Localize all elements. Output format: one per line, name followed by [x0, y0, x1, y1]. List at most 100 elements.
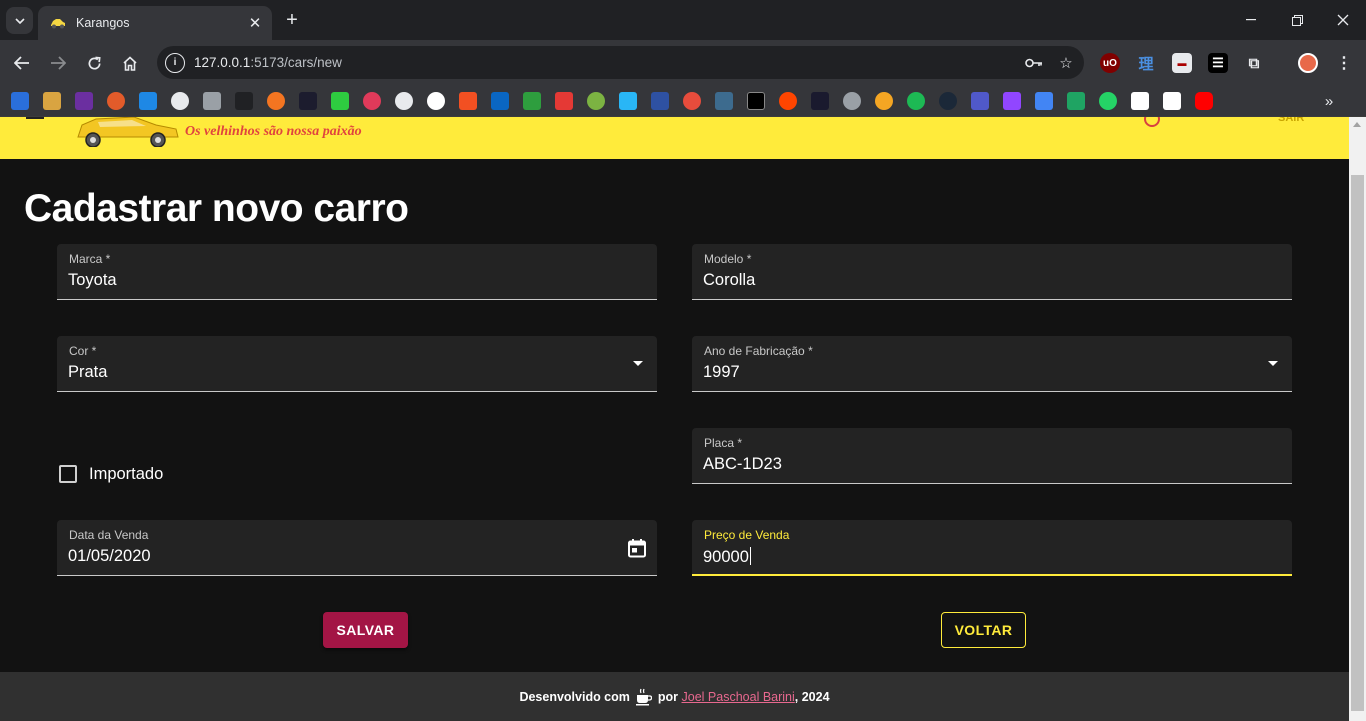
github-icon[interactable] — [395, 92, 413, 110]
bookmark-icon[interactable] — [267, 92, 285, 110]
bookmark-icon[interactable] — [715, 92, 733, 110]
site-info-icon[interactable]: i — [165, 52, 185, 73]
dropdown-arrow-icon[interactable] — [633, 361, 643, 366]
bookmark-icon[interactable] — [843, 92, 861, 110]
translate-icon[interactable] — [1035, 92, 1053, 110]
steam-icon[interactable] — [939, 92, 957, 110]
app-header: Os velhinhos são nossa paixão SAIR — [0, 117, 1349, 159]
bookmark-icon[interactable] — [811, 92, 829, 110]
close-window-button[interactable] — [1328, 8, 1358, 32]
restore-button[interactable] — [1282, 8, 1312, 32]
bookmark-icon[interactable] — [1067, 92, 1085, 110]
bookmark-icon[interactable] — [107, 92, 125, 110]
home-icon[interactable] — [117, 50, 143, 76]
new-tab-button[interactable]: + — [281, 8, 303, 32]
bookmarks-bar: » — [0, 85, 1366, 117]
preco-input-wrapper[interactable]: 90000 — [703, 547, 751, 567]
dropdown-arrow-icon[interactable] — [1268, 361, 1278, 366]
coffee-icon — [635, 688, 652, 705]
page-title: Cadastrar novo carro — [24, 187, 409, 230]
text-caret — [749, 547, 751, 565]
bookmark-icon[interactable] — [299, 92, 317, 110]
preco-field[interactable]: Preço de Venda 90000 — [692, 520, 1292, 576]
chevron-down-icon — [14, 17, 25, 24]
placa-input[interactable]: ABC-1D23 — [703, 455, 782, 474]
modelo-input[interactable]: Corolla — [703, 271, 755, 290]
preco-input[interactable]: 90000 — [703, 548, 749, 566]
importado-checkbox-row[interactable]: Importado — [57, 462, 163, 486]
scroll-thumb[interactable] — [1351, 175, 1364, 711]
twitch-icon[interactable] — [1003, 92, 1021, 110]
bookmark-icon[interactable] — [235, 92, 253, 110]
save-button[interactable]: SALVAR — [323, 612, 408, 648]
bookmark-icon[interactable] — [43, 92, 61, 110]
logout-link[interactable]: SAIR — [1278, 117, 1304, 124]
back-button[interactable]: VOLTAR — [941, 612, 1026, 648]
bookmark-icon[interactable] — [523, 92, 541, 110]
kebab-menu-icon[interactable]: ⋮ — [1334, 53, 1354, 73]
google-icon[interactable] — [427, 92, 445, 110]
bookmarks-overflow-icon[interactable]: » — [1318, 91, 1340, 111]
car-favicon-icon — [50, 17, 66, 29]
extensions-puzzle-icon[interactable]: ⧉ — [1244, 53, 1264, 73]
author-link[interactable]: Joel Paschoal Barini — [682, 690, 795, 704]
hamburger-menu-icon[interactable] — [26, 117, 46, 123]
wikipedia-icon[interactable] — [1131, 92, 1149, 110]
key-icon[interactable] — [1020, 50, 1048, 76]
data-venda-field[interactable]: Data da Venda 01/05/2020 — [57, 520, 657, 576]
bookmark-icon[interactable] — [875, 92, 893, 110]
importado-checkbox[interactable] — [59, 465, 77, 483]
bookmark-icon[interactable] — [683, 92, 701, 110]
extension-icon[interactable]: ▬ — [1172, 53, 1192, 73]
minimize-button[interactable] — [1236, 8, 1266, 32]
data-venda-input[interactable]: 01/05/2020 — [68, 547, 151, 566]
ano-select[interactable]: Ano de Fabricação * 1997 — [692, 336, 1292, 392]
bookmark-icon[interactable] — [363, 92, 381, 110]
logo-car-icon — [77, 117, 179, 147]
scroll-up-arrow-icon[interactable] — [1353, 122, 1361, 127]
bookmark-icon[interactable] — [203, 92, 221, 110]
microsoft-icon[interactable] — [459, 92, 477, 110]
bookmark-icon[interactable] — [1163, 92, 1181, 110]
reader-extension-icon[interactable]: ☰ — [1208, 53, 1228, 73]
modelo-field[interactable]: Modelo * Corolla — [692, 244, 1292, 300]
page-scrollbar[interactable] — [1349, 117, 1366, 721]
linkedin-icon[interactable] — [491, 92, 509, 110]
myanimelist-icon[interactable] — [651, 92, 669, 110]
forward-icon[interactable] — [45, 50, 71, 76]
placa-field[interactable]: Placa * ABC-1D23 — [692, 428, 1292, 484]
star-icon[interactable]: ☆ — [1052, 50, 1080, 76]
whatsapp-icon[interactable] — [1099, 92, 1117, 110]
bookmark-icon[interactable] — [139, 92, 157, 110]
bookmark-icon[interactable] — [331, 92, 349, 110]
importado-label: Importado — [89, 464, 164, 483]
cor-select[interactable]: Cor * Prata — [57, 336, 657, 392]
address-bar[interactable]: i 127.0.0.1:5173/cars/new ☆ — [157, 46, 1084, 79]
bookmark-icon[interactable] — [555, 92, 573, 110]
marca-input[interactable]: Toyota — [68, 271, 117, 290]
kanji-extension-icon[interactable]: 理 — [1136, 53, 1156, 73]
profile-avatar[interactable] — [1298, 53, 1318, 73]
youtube-icon[interactable] — [1195, 92, 1213, 110]
bookmark-icon[interactable] — [171, 92, 189, 110]
bookmark-icon[interactable] — [11, 92, 29, 110]
user-icon[interactable] — [1144, 117, 1160, 127]
bookmark-icon[interactable] — [619, 92, 637, 110]
bookmark-icon[interactable] — [587, 92, 605, 110]
tab-search-button[interactable] — [6, 7, 33, 34]
bookmark-icon[interactable] — [747, 92, 765, 110]
cor-value: Prata — [68, 363, 108, 381]
tab-close-icon[interactable]: ✕ — [244, 12, 266, 34]
back-icon[interactable] — [9, 50, 35, 76]
reddit-icon[interactable] — [779, 92, 797, 110]
footer-prefix: Desenvolvido com — [519, 689, 630, 704]
calendar-icon[interactable] — [627, 538, 647, 558]
ublock-icon[interactable]: uO — [1100, 53, 1120, 73]
browser-tab[interactable]: Karangos ✕ — [38, 6, 272, 40]
teams-icon[interactable] — [971, 92, 989, 110]
reload-icon[interactable] — [81, 50, 107, 76]
bookmark-icon[interactable] — [75, 92, 93, 110]
footer: Desenvolvido com por Joel Paschoal Barin… — [0, 672, 1349, 721]
marca-field[interactable]: Marca * Toyota — [57, 244, 657, 300]
spotify-icon[interactable] — [907, 92, 925, 110]
